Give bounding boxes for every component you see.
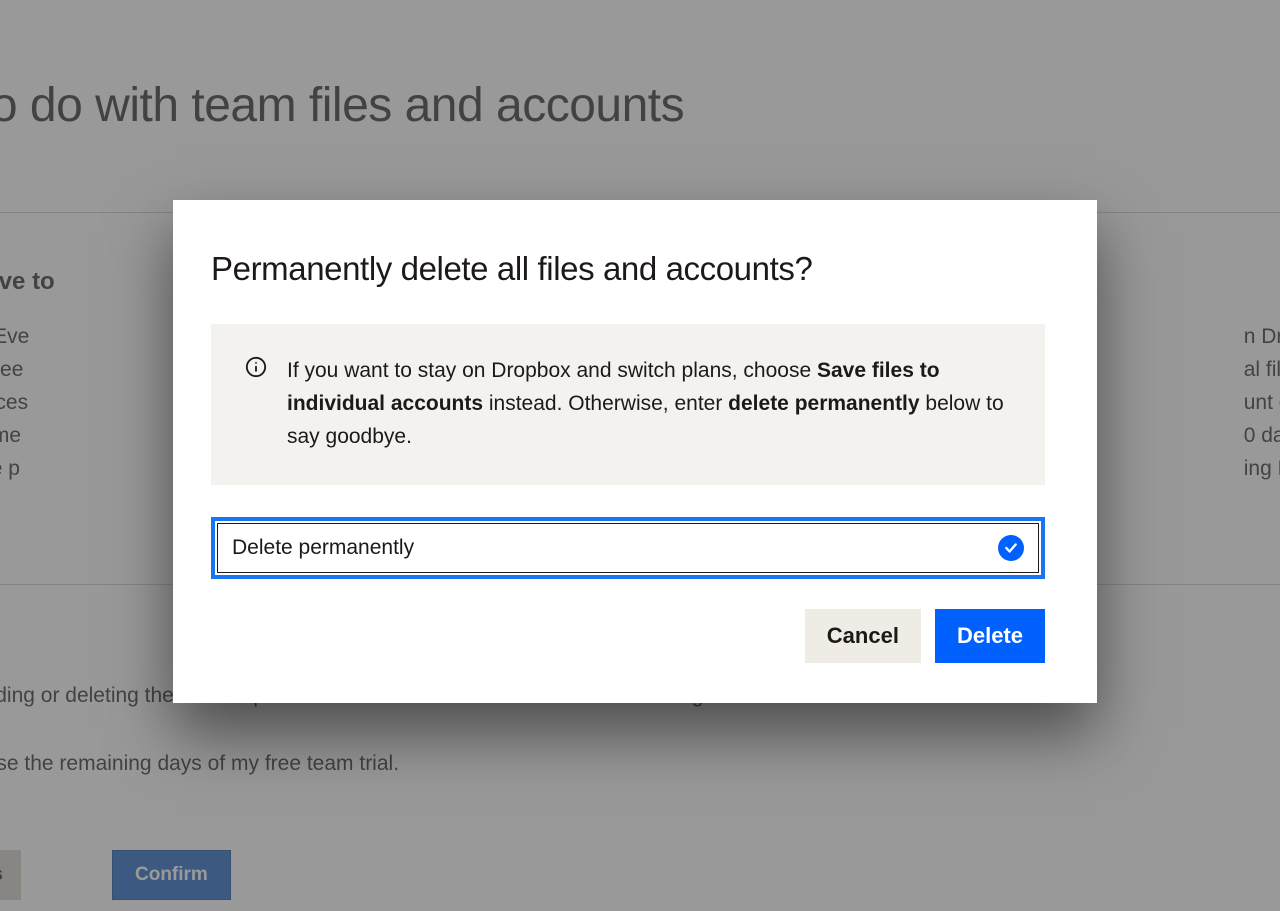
modal-actions: Cancel Delete (211, 609, 1045, 663)
info-text-prefix: If you want to stay on Dropbox and switc… (287, 359, 817, 382)
info-text-bold-2: delete permanently (728, 392, 919, 415)
info-callout: If you want to stay on Dropbox and switc… (211, 324, 1045, 485)
cancel-button[interactable]: Cancel (805, 609, 921, 663)
confirmation-input-container[interactable] (217, 523, 1039, 573)
modal-title: Permanently delete all files and account… (211, 250, 1045, 288)
confirmation-input-focus-ring (211, 517, 1045, 579)
delete-confirmation-input[interactable] (232, 536, 998, 560)
info-text-mid: instead. Otherwise, enter (483, 392, 728, 415)
checkmark-icon (998, 535, 1024, 561)
info-text: If you want to stay on Dropbox and switc… (287, 354, 1013, 453)
delete-button[interactable]: Delete (935, 609, 1045, 663)
delete-confirmation-modal: Permanently delete all files and account… (173, 200, 1097, 703)
info-icon (245, 354, 267, 453)
